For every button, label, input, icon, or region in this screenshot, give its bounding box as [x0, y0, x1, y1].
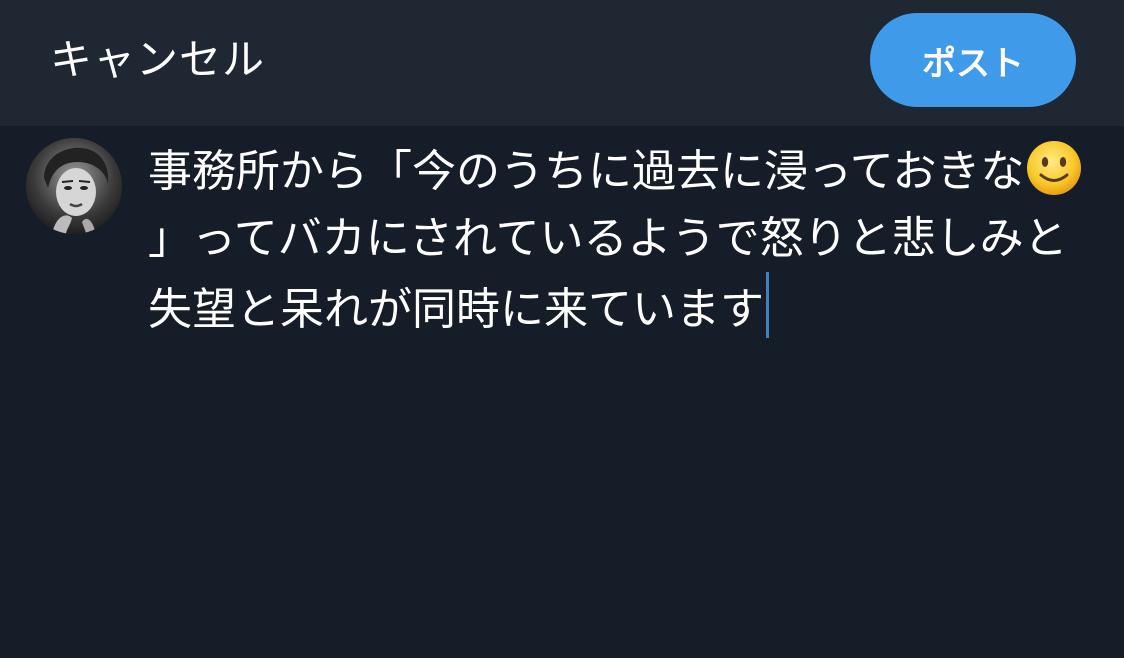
post-button[interactable]: ポスト	[870, 13, 1076, 107]
cancel-button[interactable]: キャンセル	[50, 30, 265, 90]
tweet-text-part-2: 」ってバカにされているようで怒りと悲しみと失望と呆れが同時に来ています	[148, 213, 1068, 335]
avatar	[26, 138, 122, 234]
slightly-smiling-face-icon	[1024, 138, 1084, 198]
avatar-photo-icon	[26, 138, 122, 234]
tweet-text-part-1: 事務所から「今のうちに過去に浸っておきな	[148, 146, 1025, 197]
compose-header: キャンセル ポスト	[0, 0, 1124, 126]
tweet-text-area[interactable]: 事務所から「今のうちに過去に浸っておきな」ってバカにされているようで怒りと悲しみ…	[148, 138, 1098, 343]
text-cursor	[766, 272, 769, 338]
